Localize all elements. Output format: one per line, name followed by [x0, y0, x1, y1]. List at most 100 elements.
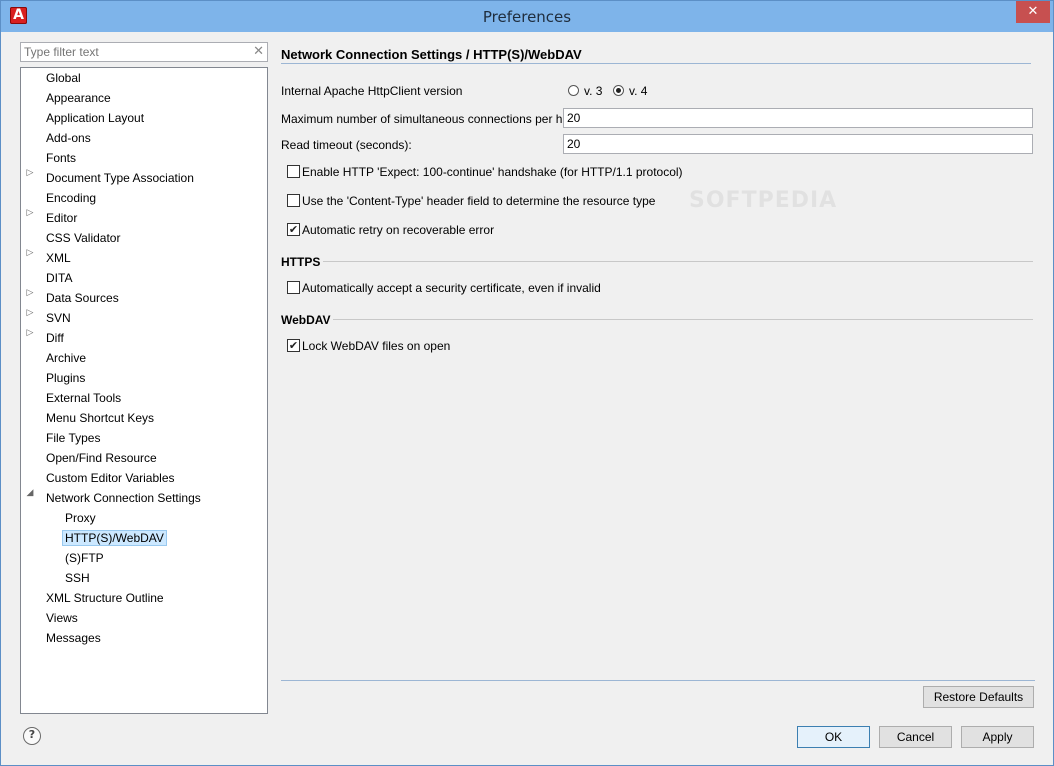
help-icon[interactable]: ?: [23, 727, 41, 745]
preferences-window: A Preferences ✕ ✕ Global Appearance Applic…: [0, 0, 1054, 766]
auto-retry-label[interactable]: Automatic retry on recoverable error: [302, 223, 494, 237]
tree-item[interactable]: ▷ SVN: [27, 308, 71, 328]
tree-item[interactable]: External Tools: [46, 388, 121, 408]
tree-item-label: Document Type Association: [46, 171, 194, 185]
radio-v3-label[interactable]: v. 3: [584, 84, 602, 98]
tree-item-label: HTTP(S)/WebDAV: [62, 530, 167, 546]
tree-item[interactable]: Add-ons: [46, 128, 91, 148]
tree-item[interactable]: XML Structure Outline: [46, 588, 164, 608]
tree-item[interactable]: ▷ Data Sources: [27, 288, 119, 308]
tree-item-label: Messages: [46, 631, 101, 645]
tree-item[interactable]: Views: [46, 608, 78, 628]
filter-field[interactable]: ✕: [20, 42, 268, 62]
tree-item-label: Open/Find Resource: [46, 451, 157, 465]
tree-item[interactable]: Open/Find Resource: [46, 448, 157, 468]
tree-item-label: Editor: [46, 211, 78, 225]
tree-item-label: Fonts: [46, 151, 77, 165]
settings-page: Network Connection Settings / HTTP(S)/We…: [281, 32, 1035, 712]
read-timeout-input[interactable]: [564, 135, 1027, 153]
tree-item[interactable]: SSH: [65, 568, 90, 588]
collapsed-arrow-icon[interactable]: ▷: [25, 168, 35, 188]
tree-item-label: Global: [46, 71, 81, 85]
tree-item[interactable]: ◢ Network Connection Settings: [27, 488, 201, 508]
tree-item[interactable]: (S)FTP: [65, 548, 104, 568]
cancel-button[interactable]: Cancel: [879, 726, 952, 748]
lock-webdav-checkbox[interactable]: ✔: [287, 339, 300, 352]
tree-item[interactable]: Encoding: [46, 188, 96, 208]
expanded-arrow-icon[interactable]: ◢: [25, 488, 35, 508]
accept-certificate-label[interactable]: Automatically accept a security certific…: [302, 281, 601, 295]
tree-item[interactable]: Menu Shortcut Keys: [46, 408, 154, 428]
tree-item-label: External Tools: [46, 391, 122, 405]
close-icon[interactable]: ✕: [1016, 1, 1050, 23]
tree-item[interactable]: ▷ XML: [27, 248, 71, 268]
collapsed-arrow-icon[interactable]: ▷: [25, 248, 35, 268]
auto-retry-checkbox[interactable]: ✔: [287, 223, 300, 236]
read-timeout-label: Read timeout (seconds):: [281, 138, 412, 152]
expect-continue-label[interactable]: Enable HTTP 'Expect: 100-continue' hands…: [302, 165, 683, 179]
dialog-content: ✕ Global Appearance Application Layout Add-…: [9, 32, 1045, 757]
content-type-checkbox[interactable]: [287, 194, 300, 207]
apply-button[interactable]: Apply: [961, 726, 1034, 748]
tree-item-label: Application Layout: [46, 111, 145, 125]
httpclient-version-label: Internal Apache HttpClient version: [281, 84, 463, 98]
tree-item-label: CSS Validator: [46, 231, 121, 245]
tree-item[interactable]: Global: [46, 68, 81, 88]
tree-item-label: Views: [46, 611, 78, 625]
radio-httpclient-v3[interactable]: [568, 85, 579, 96]
collapsed-arrow-icon[interactable]: ▷: [25, 308, 35, 328]
tree-item-label: Plugins: [46, 371, 86, 385]
window-title: Preferences: [482, 8, 572, 26]
tree-item-label: Diff: [46, 331, 64, 345]
tree-item[interactable]: Proxy: [65, 508, 96, 528]
tree-item-label: DITA: [46, 271, 73, 285]
content-type-label[interactable]: Use the 'Content-Type' header field to d…: [302, 194, 655, 208]
radio-v4-label[interactable]: v. 4: [629, 84, 647, 98]
tree-item[interactable]: ▷ Document Type Association: [27, 168, 194, 188]
title-divider: [281, 63, 1031, 64]
tree-item-label: Proxy: [65, 511, 96, 525]
page-bottom-divider: [281, 680, 1035, 681]
tree-item[interactable]: CSS Validator: [46, 228, 120, 248]
tree-item-label: Menu Shortcut Keys: [46, 411, 155, 425]
tree-item[interactable]: HTTP(S)/WebDAV: [62, 528, 167, 548]
collapsed-arrow-icon[interactable]: ▷: [25, 328, 35, 348]
tree-item[interactable]: Application Layout: [46, 108, 144, 128]
collapsed-arrow-icon[interactable]: ▷: [25, 208, 35, 228]
tree-item[interactable]: Fonts: [46, 148, 76, 168]
clear-filter-icon[interactable]: ✕: [253, 44, 264, 59]
tree-item-label: Network Connection Settings: [46, 491, 201, 505]
lock-webdav-label[interactable]: Lock WebDAV files on open: [302, 339, 450, 353]
filter-input[interactable]: [21, 43, 244, 61]
tree-item[interactable]: Archive: [46, 348, 86, 368]
tree-item-label: Data Sources: [46, 291, 119, 305]
tree-item-label: SSH: [65, 571, 90, 585]
max-connections-input[interactable]: [564, 109, 1027, 127]
tree-item[interactable]: Plugins: [46, 368, 85, 388]
tree-item[interactable]: ▷ Diff: [27, 328, 64, 348]
expect-continue-checkbox[interactable]: [287, 165, 300, 178]
https-section-divider: [323, 261, 1033, 262]
max-connections-field[interactable]: [563, 108, 1033, 128]
max-connections-label: Maximum number of simultaneous connectio…: [281, 112, 582, 126]
read-timeout-field[interactable]: [563, 134, 1033, 154]
tree-item[interactable]: File Types: [46, 428, 100, 448]
title-bar[interactable]: A Preferences ✕: [1, 1, 1053, 32]
tree-item-label: Add-ons: [46, 131, 91, 145]
tree-item-label: (S)FTP: [65, 551, 104, 565]
webdav-section-divider: [333, 319, 1033, 320]
watermark-text: SOFTPEDIA: [689, 188, 838, 213]
tree-item[interactable]: ▷ Editor: [27, 208, 78, 228]
tree-item[interactable]: Appearance: [46, 88, 111, 108]
ok-button[interactable]: OK: [797, 726, 870, 748]
tree-item-label: File Types: [46, 431, 101, 445]
tree-item[interactable]: DITA: [46, 268, 72, 288]
accept-certificate-checkbox[interactable]: [287, 281, 300, 294]
preferences-tree[interactable]: Global Appearance Application Layout Add-on…: [20, 67, 268, 714]
restore-defaults-button[interactable]: Restore Defaults: [923, 686, 1034, 708]
tree-item-label: Custom Editor Variables: [46, 471, 175, 485]
tree-item[interactable]: Messages: [46, 628, 101, 648]
collapsed-arrow-icon[interactable]: ▷: [25, 288, 35, 308]
radio-httpclient-v4[interactable]: [613, 85, 624, 96]
tree-item[interactable]: Custom Editor Variables: [46, 468, 175, 488]
